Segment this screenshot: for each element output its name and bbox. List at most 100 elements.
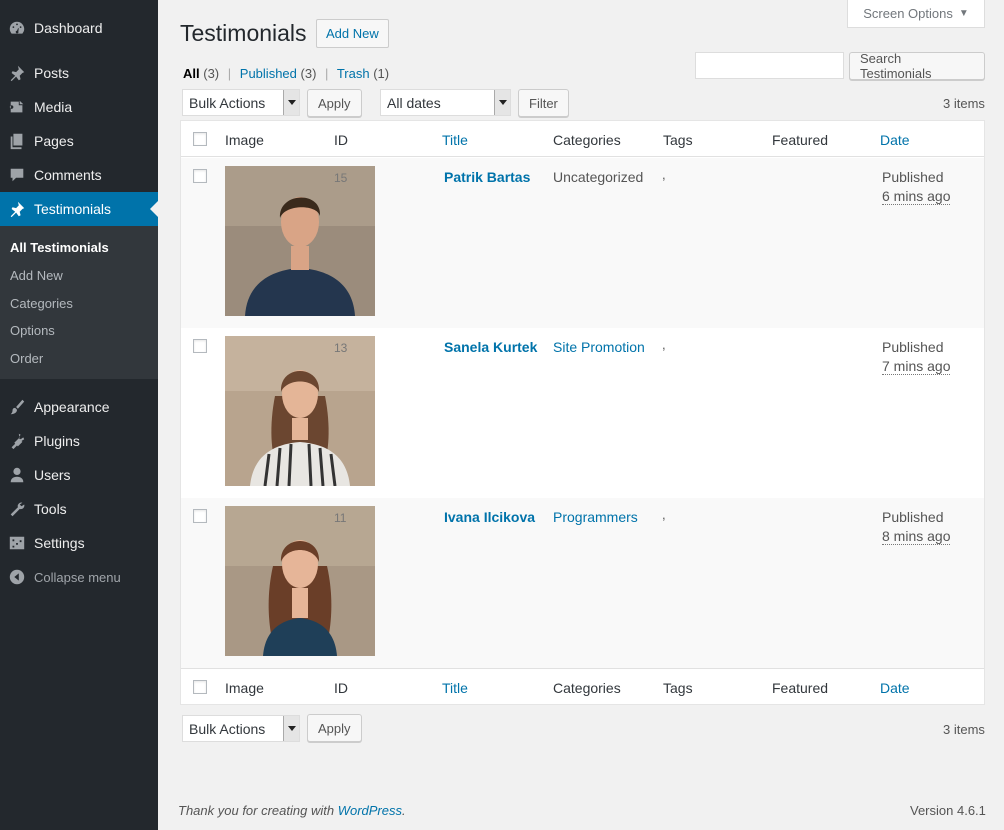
collapse-icon (0, 560, 34, 594)
sidebar-item-comments[interactable]: Comments (0, 158, 158, 192)
row-checkbox[interactable] (193, 339, 207, 353)
pages-icon (0, 124, 34, 158)
person-portrait-image (225, 336, 375, 486)
sliders-icon (0, 526, 34, 560)
testimonial-tags: , (662, 167, 666, 182)
dropdown-arrow-icon (494, 90, 510, 115)
sidebar-item-label: Dashboard (34, 20, 103, 36)
separator: | (227, 66, 232, 81)
testimonial-title-link[interactable]: Ivana Ilcikova (444, 509, 535, 525)
search-input[interactable] (695, 52, 844, 79)
testimonial-title-link[interactable]: Patrik Bartas (444, 169, 530, 185)
testimonial-title-link[interactable]: Sanela Kurtek (444, 339, 537, 355)
separator: | (325, 66, 329, 81)
person-portrait-image (225, 506, 375, 656)
sidebar-item-users[interactable]: Users (0, 458, 158, 492)
sidebar-item-settings[interactable]: Settings (0, 526, 158, 560)
column-title-sort[interactable]: Title (442, 680, 468, 696)
dropdown-arrow-icon (283, 90, 299, 115)
submenu-add-new[interactable]: Add New (10, 268, 63, 283)
testimonial-category[interactable]: Uncategorized (553, 169, 643, 185)
testimonial-category[interactable]: Programmers (553, 509, 638, 525)
bulk-actions-select-bottom[interactable]: Bulk Actions (182, 715, 300, 742)
footer-thanks-suffix: . (402, 803, 406, 818)
submenu-all-testimonials[interactable]: All Testimonials (10, 240, 109, 255)
table-row: 15 Patrik Bartas Uncategorized , Publish… (181, 158, 984, 328)
testimonial-category[interactable]: Site Promotion (553, 339, 645, 355)
table-footer: Image ID Title Categories Tags Featured … (181, 668, 984, 704)
pin-icon (0, 56, 34, 90)
testimonial-date: 6 mins ago (882, 188, 951, 205)
footer-thanks-text: Thank you for creating with (178, 803, 338, 818)
sidebar-item-testimonials[interactable]: Testimonials (0, 192, 158, 226)
sidebar-item-posts[interactable]: Posts (0, 56, 158, 90)
brush-icon (0, 390, 34, 424)
column-tags: Tags (663, 680, 693, 696)
column-image: Image (225, 680, 264, 696)
sidebar-item-label: Pages (34, 133, 74, 149)
row-checkbox[interactable] (193, 169, 207, 183)
testimonial-date: 7 mins ago (882, 358, 951, 375)
sidebar-item-tools[interactable]: Tools (0, 492, 158, 526)
view-published-count: (3) (300, 66, 317, 81)
search-testimonials-button[interactable]: Search Testimonials (849, 51, 985, 81)
view-trash-count: (1) (373, 66, 390, 81)
column-id: ID (334, 132, 348, 148)
column-date-sort[interactable]: Date (880, 680, 910, 696)
column-featured: Featured (772, 680, 829, 696)
select-all-checkbox[interactable] (193, 680, 207, 694)
column-categories: Categories (553, 132, 621, 148)
select-all-checkbox[interactable] (193, 132, 207, 146)
bulk-actions-select[interactable]: Bulk Actions (182, 89, 300, 116)
view-trash[interactable]: Trash (337, 66, 370, 81)
collapse-menu-label: Collapse menu (34, 569, 121, 585)
column-id: ID (334, 680, 348, 696)
sidebar-item-dashboard[interactable]: Dashboard (0, 11, 158, 45)
caret-down-icon: ▼ (958, 8, 969, 19)
testimonial-photo[interactable] (225, 506, 375, 656)
items-count: 3 items (943, 96, 985, 111)
wordpress-link[interactable]: WordPress (338, 803, 402, 818)
view-all[interactable]: All (183, 66, 200, 81)
submenu-options[interactable]: Options (10, 323, 55, 338)
submenu-order[interactable]: Order (10, 351, 43, 366)
sidebar-item-appearance[interactable]: Appearance (0, 390, 158, 424)
view-published[interactable]: Published (240, 66, 297, 81)
sidebar-item-plugins[interactable]: Plugins (0, 424, 158, 458)
apply-button[interactable]: Apply (307, 89, 362, 117)
sidebar-item-label: Comments (34, 167, 102, 183)
person-portrait-image (225, 166, 375, 316)
testimonial-photo[interactable] (225, 336, 375, 486)
dates-filter-select[interactable]: All dates (380, 89, 511, 116)
apply-button-bottom[interactable]: Apply (307, 714, 362, 742)
bulk-actions-value: Bulk Actions (189, 94, 266, 111)
screen-options-button[interactable]: Screen Options ▼ (847, 0, 985, 28)
collapse-menu-button[interactable]: Collapse menu (0, 560, 158, 594)
sidebar-item-label: Testimonials (34, 201, 112, 217)
sidebar-item-pages[interactable]: Pages (0, 124, 158, 158)
filter-button[interactable]: Filter (518, 89, 569, 117)
plug-icon (0, 424, 34, 458)
row-checkbox[interactable] (193, 509, 207, 523)
sidebar-item-media[interactable]: Media (0, 90, 158, 124)
dropdown-arrow-icon (283, 716, 299, 741)
dashboard-icon (0, 11, 34, 45)
comment-icon (0, 158, 34, 192)
sidebar-item-label: Settings (34, 535, 85, 551)
wrench-icon (0, 492, 34, 526)
view-all-count: (3) (203, 66, 220, 81)
pin-icon (0, 192, 34, 226)
column-date-sort[interactable]: Date (880, 132, 910, 148)
column-featured: Featured (772, 132, 829, 148)
column-title-sort[interactable]: Title (442, 132, 468, 148)
testimonials-table: Image ID Title Categories Tags Featured … (180, 120, 985, 705)
footer-thanks: Thank you for creating with WordPress. (178, 803, 406, 818)
column-tags: Tags (663, 132, 693, 148)
column-image: Image (225, 132, 264, 148)
testimonial-status: Published (882, 339, 944, 355)
column-categories: Categories (553, 680, 621, 696)
table-header: Image ID Title Categories Tags Featured … (181, 121, 984, 157)
testimonial-photo[interactable] (225, 166, 375, 316)
add-new-button[interactable]: Add New (316, 19, 389, 48)
submenu-categories[interactable]: Categories (10, 296, 73, 311)
